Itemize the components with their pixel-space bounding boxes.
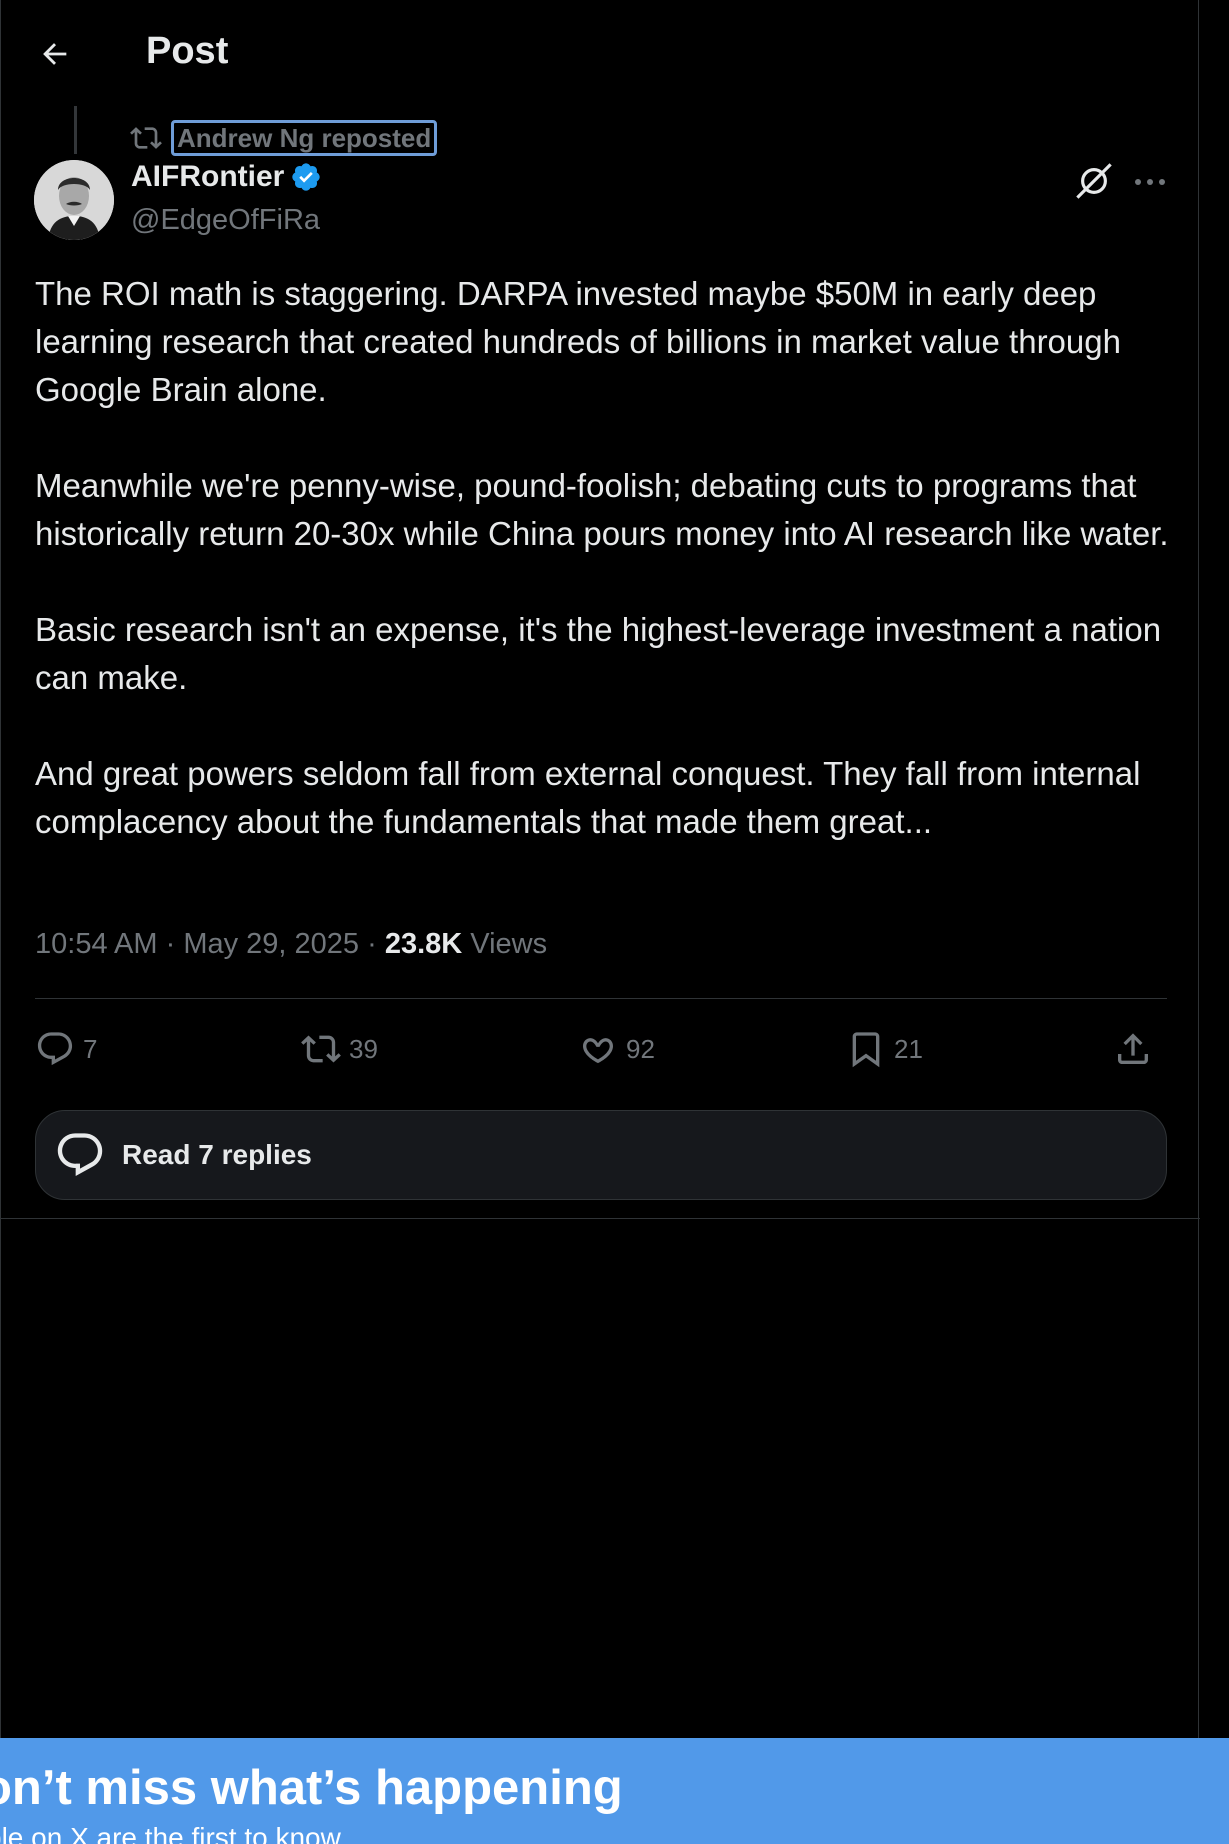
author-name-row: AIFRontier xyxy=(131,160,322,194)
back-button[interactable] xyxy=(31,30,79,78)
reply-icon xyxy=(37,1032,73,1066)
top-bar: Post xyxy=(1,0,1200,106)
views-count: 23.8K xyxy=(384,928,463,960)
page-title: Post xyxy=(146,30,229,72)
reply-count: 7 xyxy=(83,1033,98,1064)
repost-count: 39 xyxy=(349,1033,378,1064)
signup-banner: on’t miss what’s happening ple on X are … xyxy=(0,1738,1229,1844)
post-paragraph: The ROI math is staggering. DARPA invest… xyxy=(35,275,1121,408)
post-paragraph: Basic research isn't an expense, it's th… xyxy=(35,611,1162,696)
verified-icon xyxy=(292,163,320,191)
like-count: 92 xyxy=(626,1033,655,1064)
thread-line xyxy=(74,106,77,154)
post-text: The ROI math is staggering. DARPA invest… xyxy=(35,270,1175,846)
repost-icon xyxy=(129,121,163,155)
reply-button[interactable]: 7 xyxy=(35,1020,97,1078)
bookmark-button[interactable]: 21 xyxy=(846,1020,923,1078)
views-label: Views xyxy=(470,928,548,960)
more-icon xyxy=(1135,179,1165,185)
post-column: Post Andrew Ng reposted AIFRontier @Edge… xyxy=(0,0,1200,1738)
more-options-button[interactable] xyxy=(1128,162,1172,202)
repost-context: Andrew Ng reposted xyxy=(129,120,438,156)
author-name[interactable]: AIFRontier xyxy=(131,160,284,194)
like-button[interactable]: 92 xyxy=(578,1020,655,1078)
share-icon xyxy=(1118,1033,1148,1064)
chat-bubble-icon xyxy=(57,1133,103,1177)
post-date[interactable]: May 29, 2025 xyxy=(183,928,359,960)
post-time[interactable]: 10:54 AM xyxy=(35,928,158,960)
avatar[interactable] xyxy=(34,160,114,240)
post-paragraph: And great powers seldom fall from extern… xyxy=(35,755,1141,840)
grok-icon[interactable] xyxy=(1073,160,1115,202)
divider xyxy=(35,998,1167,999)
back-arrow-icon xyxy=(43,43,67,65)
bookmark-icon xyxy=(852,1032,880,1068)
action-bar: 7 39 92 21 xyxy=(35,1020,1167,1078)
bookmark-count: 21 xyxy=(894,1033,923,1064)
read-replies-button[interactable]: Read 7 replies xyxy=(35,1110,1167,1200)
read-replies-label: Read 7 replies xyxy=(122,1139,312,1170)
repost-icon xyxy=(301,1035,341,1063)
like-icon xyxy=(583,1038,613,1064)
repost-button[interactable]: 39 xyxy=(301,1020,378,1078)
banner-title: on’t miss what’s happening xyxy=(0,1761,623,1815)
post-meta: 10:54 AM · May 29, 2025 · 23.8K Views xyxy=(35,928,548,960)
author-handle[interactable]: @EdgeOfFiRa xyxy=(131,204,320,237)
banner-subtitle: ple on X are the first to know. xyxy=(0,1822,348,1844)
share-button[interactable] xyxy=(1113,1020,1153,1078)
post-paragraph: Meanwhile we're penny-wise, pound-foolis… xyxy=(35,467,1169,552)
section-divider xyxy=(1,1218,1200,1219)
repost-label-link[interactable]: Andrew Ng reposted xyxy=(171,120,438,156)
